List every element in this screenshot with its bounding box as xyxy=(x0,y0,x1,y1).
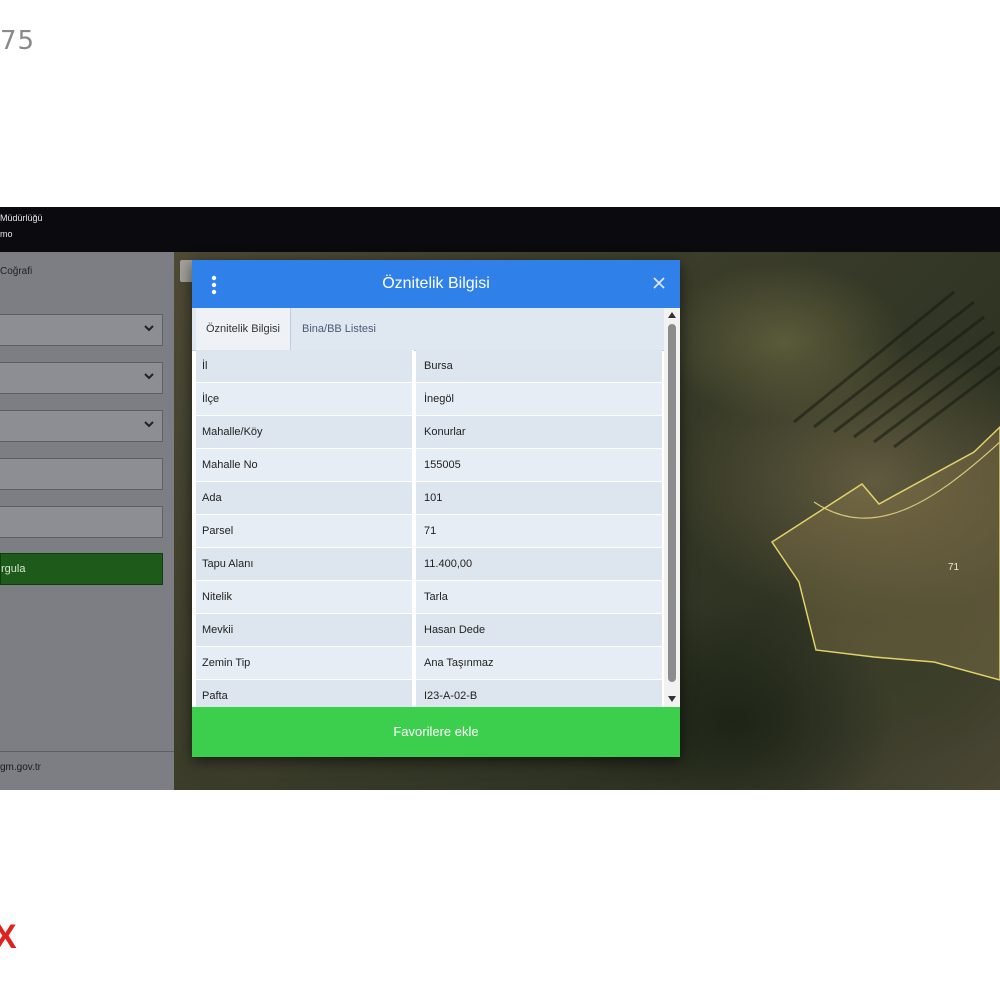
row-key: Parsel xyxy=(196,515,414,547)
sidebar-divider xyxy=(0,751,174,752)
table-row: Tapu Alanı 11.400,00 xyxy=(196,548,662,581)
row-value: Hasan Dede xyxy=(416,614,662,646)
dialog-title: Öznitelik Bilgisi xyxy=(382,275,490,292)
neighborhood-select[interactable] xyxy=(0,410,163,442)
tab-attribute-info[interactable]: Öznitelik Bilgisi xyxy=(196,308,291,350)
table-row: Mevkii Hasan Dede xyxy=(196,614,662,647)
watermark-number: 75 xyxy=(0,26,36,56)
row-key: Pafta xyxy=(196,680,414,707)
table-row: Ada 101 xyxy=(196,482,662,515)
row-value: Ana Taşınmaz xyxy=(416,647,662,679)
row-value: 155005 xyxy=(416,449,662,481)
row-key: Ada xyxy=(196,482,414,514)
chevron-down-icon xyxy=(144,421,154,428)
parcel-label: 71 xyxy=(948,562,960,573)
table-row: İlçe İnegöl xyxy=(196,383,662,416)
table-scrollbar[interactable] xyxy=(664,308,680,707)
row-value: 71 xyxy=(416,515,662,547)
sidebar-footer-link[interactable]: gm.gov.tr xyxy=(0,762,41,773)
attribute-info-dialog: Öznitelik Bilgisi Öznitelik Bilgisi Bina… xyxy=(192,260,680,757)
chevron-down-icon xyxy=(144,325,154,332)
parcel-boundary xyxy=(770,425,1000,681)
row-value: İnegöl xyxy=(416,383,662,415)
sidebar-label: Coğrafi xyxy=(0,266,33,277)
province-select[interactable] xyxy=(0,314,163,346)
query-button[interactable]: rgula xyxy=(0,553,163,585)
app-subtitle: mo xyxy=(0,229,13,239)
row-value: Konurlar xyxy=(416,416,662,448)
table-row: İl Bursa xyxy=(196,350,662,383)
row-key: İlçe xyxy=(196,383,414,415)
parcel-input[interactable] xyxy=(0,506,163,538)
sidebar: Coğrafi rgula gm.gov.tr xyxy=(0,252,174,790)
table-row: Mahalle No 155005 xyxy=(196,449,662,482)
row-value: 11.400,00 xyxy=(416,548,662,580)
close-icon[interactable] xyxy=(652,276,666,290)
row-key: Zemin Tip xyxy=(196,647,414,679)
row-value: 101 xyxy=(416,482,662,514)
table-row: Mahalle/Köy Konurlar xyxy=(196,416,662,449)
row-key: Nitelik xyxy=(196,581,414,613)
tab-building-list[interactable]: Bina/BB Listesi xyxy=(292,308,386,350)
block-input[interactable] xyxy=(0,458,163,490)
table-row: Pafta I23-A-02-B xyxy=(196,680,662,707)
watermark-mark: X xyxy=(0,918,17,956)
app-title: Müdürlüğü xyxy=(0,213,43,223)
row-value: I23-A-02-B xyxy=(416,680,662,707)
row-key: İl xyxy=(196,350,414,382)
row-key: Tapu Alanı xyxy=(196,548,414,580)
table-row: Zemin Tip Ana Taşınmaz xyxy=(196,647,662,680)
row-key: Mahalle/Köy xyxy=(196,416,414,448)
scroll-down-arrow-icon[interactable] xyxy=(668,696,676,702)
row-value: Tarla xyxy=(416,581,662,613)
dialog-tabs: Öznitelik Bilgisi Bina/BB Listesi xyxy=(192,308,664,351)
attribute-table: İl Bursa İlçe İnegöl Mahalle/Köy Konurla… xyxy=(196,350,662,707)
district-select[interactable] xyxy=(0,362,163,394)
top-bar: Müdürlüğü mo xyxy=(0,207,1000,252)
row-key: Mevkii xyxy=(196,614,414,646)
table-row: Parsel 71 xyxy=(196,515,662,548)
row-key: Mahalle No xyxy=(196,449,414,481)
scroll-thumb[interactable] xyxy=(668,324,676,682)
scroll-up-arrow-icon[interactable] xyxy=(668,312,676,318)
add-to-favorites-button[interactable]: Favorilere ekle xyxy=(192,707,680,757)
row-value: Bursa xyxy=(416,350,662,382)
chevron-down-icon xyxy=(144,373,154,380)
dialog-header: Öznitelik Bilgisi xyxy=(192,260,680,308)
table-row: Nitelik Tarla xyxy=(196,581,662,614)
